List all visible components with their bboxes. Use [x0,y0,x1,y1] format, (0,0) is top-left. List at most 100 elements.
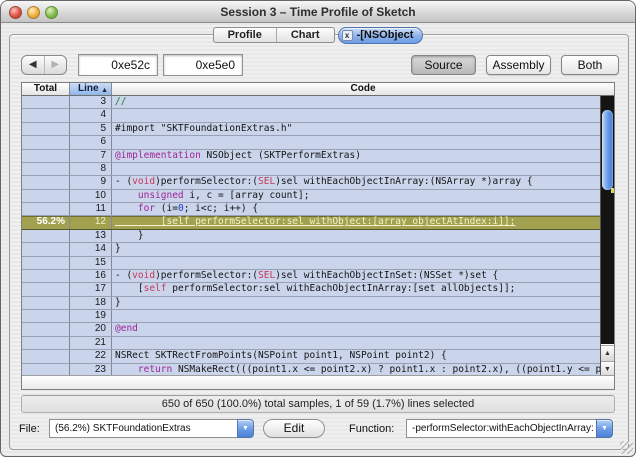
tab-profile-label: Profile [227,29,262,41]
assembly-view-button[interactable]: Assembly [486,55,551,75]
line-cell: 14 [70,243,112,256]
header-line-label: Line [78,83,99,94]
table-row[interactable]: 3 // [22,96,600,110]
close-window-button[interactable] [9,6,22,19]
table-row[interactable]: 6 [22,136,600,150]
scroll-up-button[interactable]: ▲ [601,345,614,361]
back-arrow-icon: ◀ [28,59,37,70]
line-cell: 22 [70,350,112,363]
line-cell: 16 [70,269,112,283]
file-popup-arrow-icon[interactable]: ▼ [237,419,254,438]
file-popup-value: (56.2%) SKTFoundationExtras [49,419,237,438]
code-cell: for (i=0; i<c; i++) { [137,203,259,214]
total-cell [22,310,70,323]
table-row[interactable]: 18 } [22,296,600,310]
tab-chart[interactable]: Chart [275,28,334,42]
code-cell [112,109,600,121]
tab-nsobject[interactable]: x -[NSObject [337,26,424,44]
code-cell: unsigned i, c = [array count]; [137,189,310,201]
function-popup[interactable]: -performSelector:withEachObjectInArray: … [406,419,613,438]
code-cell [112,163,600,175]
table-row[interactable]: 4 [22,109,600,123]
function-popup-arrow-icon[interactable]: ▼ [596,419,613,438]
forward-button[interactable]: ▶ [45,56,67,74]
source-view-button[interactable]: Source [411,55,476,75]
scroll-down-icon: ▼ [604,366,611,373]
code-cell: [self performSelector:sel withEachObject… [115,283,516,295]
table-row[interactable]: 15 [22,256,600,270]
header-code[interactable]: Code [112,83,614,95]
history-nav-control: ◀ ▶ [21,55,67,75]
total-cell: 56.2% [22,216,70,229]
window-title: Session 3 – Time Profile of Sketch [220,5,416,19]
app-window: Session 3 – Time Profile of Sketch Profi… [0,0,636,457]
table-row[interactable]: 17 [self performSelector:sel withEachObj… [22,283,600,297]
function-label: Function: [349,423,395,435]
zoom-window-button[interactable] [45,6,58,19]
table-row[interactable]: 20 @end [22,323,600,337]
table-row[interactable]: 13 } [22,229,600,244]
table-row[interactable]: 7 @implementation NSObject (SKTPerformEx… [22,149,600,163]
title-bar[interactable]: Session 3 – Time Profile of Sketch [1,1,635,23]
line-cell: 13 [70,229,112,243]
table-row[interactable]: 5 #import "SKTFoundationExtras.h" [22,122,600,137]
tab-profile[interactable]: Profile [214,28,276,42]
total-cell [22,109,70,122]
table-row[interactable]: 11 for (i=0; i<c; i++) { [22,203,600,217]
line-cell: 11 [70,203,112,216]
address-field-2[interactable] [163,54,243,76]
code-cell: NSRect SKTRectFromPoints(NSPoint point1,… [115,350,447,362]
line-cell: 4 [70,109,112,122]
code-cell [112,337,600,349]
total-cell [22,136,70,149]
total-cell [22,149,70,162]
table-row[interactable]: 14 } [22,243,600,257]
table-row[interactable]: 56.2% 12 [self performSelector:sel withO… [22,216,600,230]
total-cell [22,122,70,136]
horizontal-scrollbar[interactable] [22,375,614,389]
total-cell [22,269,70,283]
code-table-body: 3 // 4 5 #import "SKTFoundationExtras.h"… [22,96,600,377]
total-cell [22,336,70,350]
forward-arrow-icon: ▶ [51,59,60,70]
code-cell: - (void)performSelector:(SEL)sel withEac… [115,269,499,281]
line-cell: 20 [70,323,112,336]
tab-nsobject-label: -[NSObject [356,29,414,41]
back-button[interactable]: ◀ [22,56,45,74]
total-cell [22,176,70,189]
code-cell [112,257,600,269]
table-row[interactable]: 9 - (void)performSelector:(SEL)sel withE… [22,176,600,190]
total-cell [22,162,70,176]
vertical-scrollbar[interactable]: ▲ ▼ [600,96,614,377]
header-total[interactable]: Total [22,83,70,95]
file-popup[interactable]: (56.2%) SKTFoundationExtras ▼ [49,419,254,438]
header-line[interactable]: Line ▲ [70,83,112,95]
table-row[interactable]: 16 - (void)performSelector:(SEL)sel with… [22,269,600,284]
code-cell: // [115,96,127,107]
address-field-1[interactable] [78,54,158,76]
edit-button[interactable]: Edit [263,419,325,438]
both-view-button[interactable]: Both [561,55,619,75]
scrollbar-thumb[interactable] [602,110,613,190]
code-cell [112,136,600,148]
scrollbar-track[interactable] [601,96,614,344]
table-row[interactable]: 22 NSRect SKTRectFromPoints(NSPoint poin… [22,350,600,364]
file-label: File: [19,423,40,435]
total-cell [22,203,70,216]
line-cell: 9 [70,176,112,189]
code-cell: @end [115,323,138,335]
minimize-window-button[interactable] [27,6,40,19]
code-cell: #import "SKTFoundationExtras.h" [115,122,293,134]
table-row[interactable]: 10 unsigned i, c = [array count]; [22,189,600,203]
resize-grip[interactable] [620,441,633,454]
line-cell: 8 [70,162,112,176]
code-cell: } [115,296,121,308]
total-cell [22,243,70,256]
table-row[interactable]: 21 [22,336,600,351]
status-bar: 650 of 650 (100.0%) total samples, 1 of … [21,395,615,413]
tab-close-icon[interactable]: x [341,29,353,41]
table-row[interactable]: 19 [22,310,600,324]
table-row[interactable]: 8 [22,162,600,177]
code-cell: } [115,243,121,255]
line-cell: 5 [70,122,112,136]
